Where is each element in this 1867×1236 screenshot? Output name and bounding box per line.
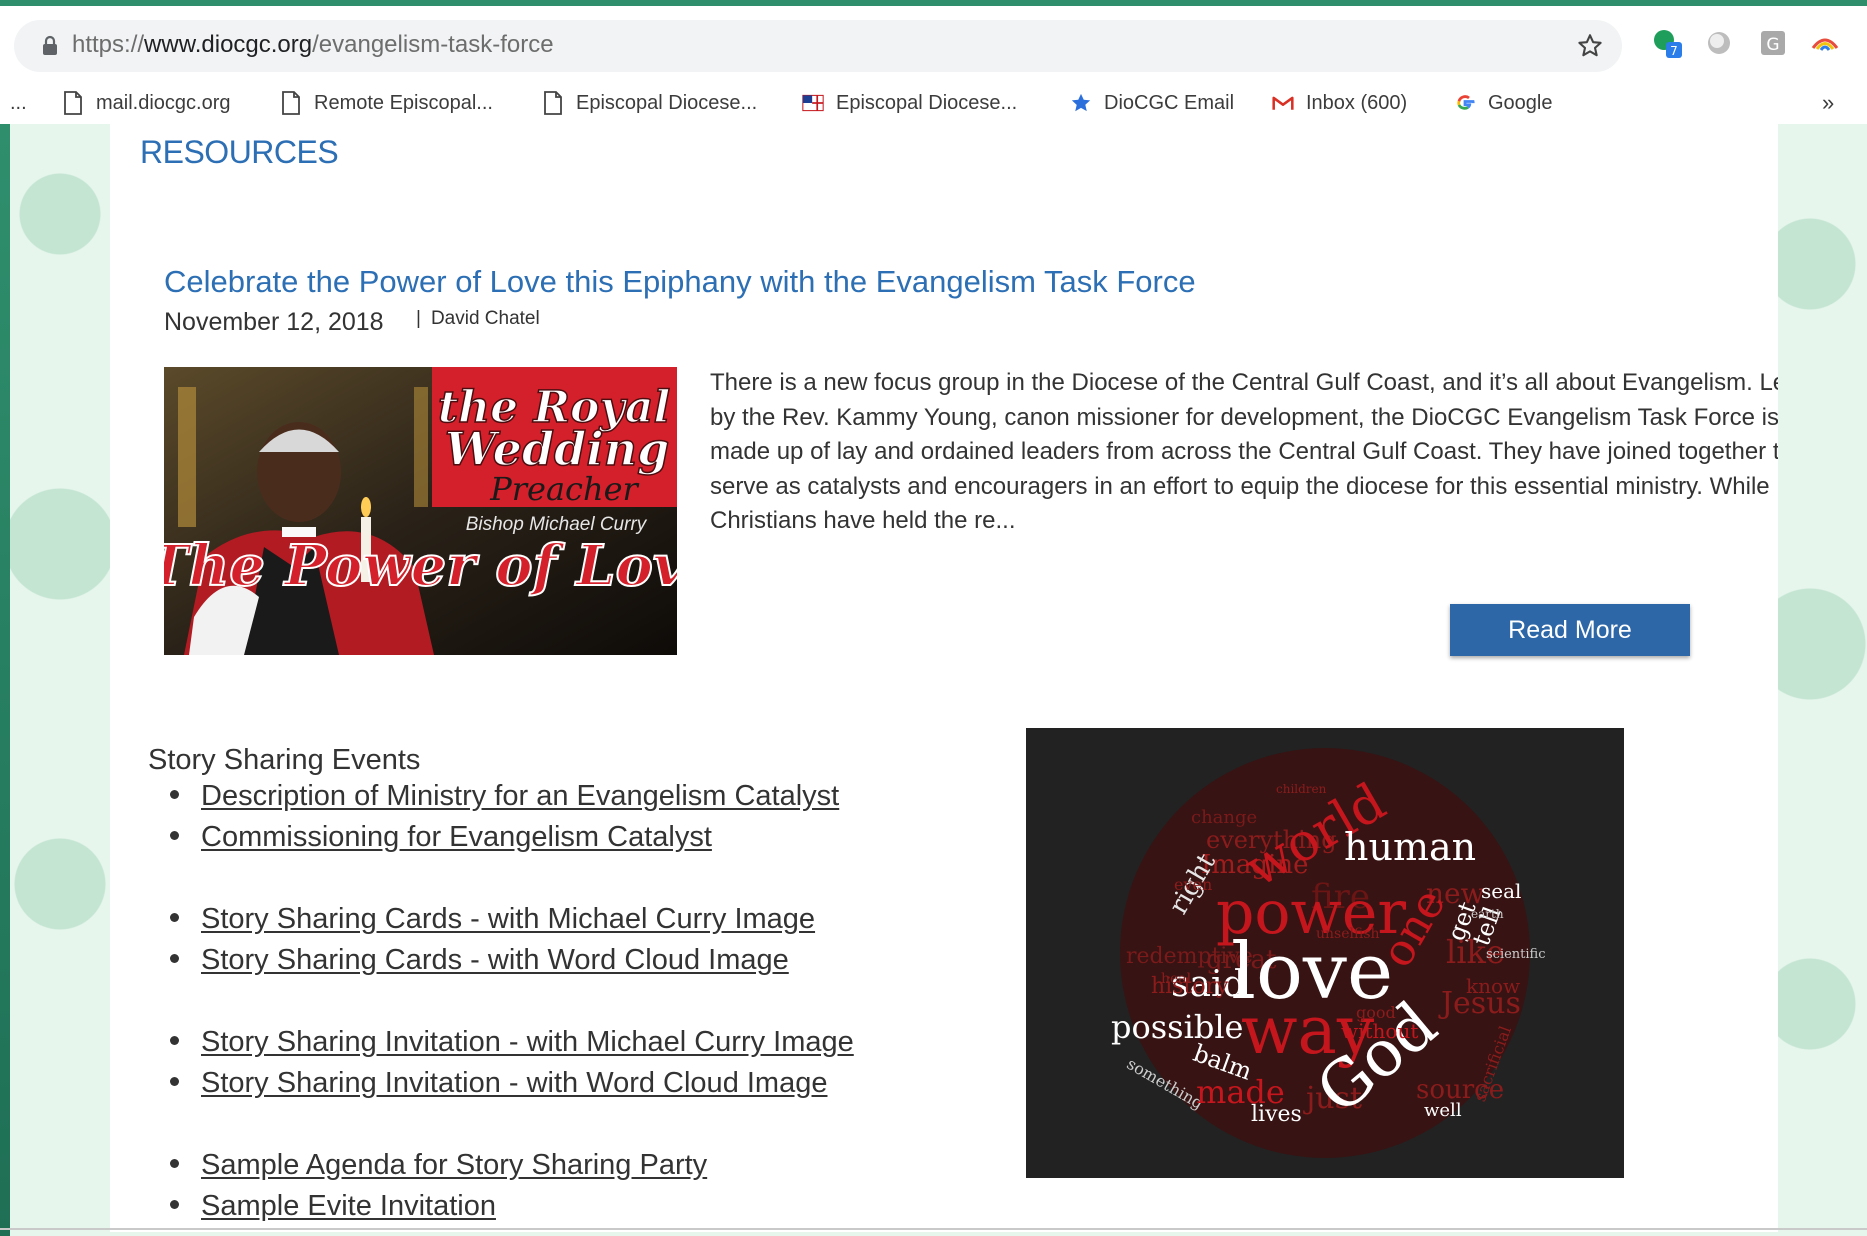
- bookmark-google[interactable]: Google: [1454, 88, 1553, 118]
- page-title: RESOURCES: [140, 134, 339, 170]
- bookmark-mail-diocgc[interactable]: mail.diocgc.org: [62, 88, 231, 118]
- bullet: [170, 1199, 179, 1209]
- author-separator: |: [416, 308, 421, 329]
- flag-icon: [802, 94, 824, 112]
- url-text[interactable]: https://www.diocgc.org/evangelism-task-f…: [72, 30, 554, 60]
- address-bar[interactable]: https://www.diocgc.org/evangelism-task-f…: [14, 20, 1622, 72]
- bullet: [170, 1158, 179, 1168]
- google-icon: [1457, 95, 1475, 110]
- cloud-word: children: [1276, 782, 1327, 796]
- chat-bubble-icon: 7: [1654, 30, 1682, 58]
- word-cloud-graphic: everything change Imagine world human ne…: [1111, 748, 1546, 1158]
- gmail-icon: [1272, 96, 1294, 110]
- link-cards-curry[interactable]: Story Sharing Cards - with Michael Curry…: [201, 903, 815, 935]
- list-item: Story Sharing Invitation - with Michael …: [170, 1026, 854, 1059]
- bookmark-label: DioCGC Email: [1104, 91, 1235, 114]
- cloud-word: lives: [1251, 1102, 1302, 1127]
- image-text-bishop: Bishop Michael Curry: [466, 514, 648, 535]
- bookmark-star-icon[interactable]: [1576, 32, 1604, 60]
- bullet: [170, 953, 179, 963]
- bookmark-remote-episcopal[interactable]: Remote Episcopal...: [280, 88, 493, 118]
- post-excerpt: There is a new focus group in the Dioces…: [710, 369, 1778, 534]
- bookmark-label: Google: [1488, 91, 1553, 114]
- page-icon: [544, 91, 562, 115]
- bullet: [170, 1076, 179, 1086]
- bullet: [170, 830, 179, 840]
- bookmark-episcopal-diocese-2[interactable]: Episcopal Diocese...: [802, 88, 1017, 118]
- cloud-word: good: [1356, 1003, 1396, 1022]
- bookmark-label: Remote Episcopal...: [314, 91, 493, 114]
- read-more-button[interactable]: Read More: [1450, 604, 1690, 656]
- bookmarks-more-button[interactable]: »: [1822, 88, 1834, 118]
- list-item: Commissioning for Evangelism Catalyst: [170, 821, 712, 854]
- extension-letter: G: [1766, 35, 1779, 55]
- post-date: November 12, 2018: [164, 308, 384, 336]
- extension-badge: 7: [1670, 44, 1678, 58]
- cloud-word: possible: [1111, 1008, 1243, 1046]
- author-name: David Chatel: [430, 308, 540, 329]
- bookmark-diocgc-email[interactable]: DioCGC Email: [1070, 88, 1234, 118]
- cloud-word: unselfish: [1316, 926, 1380, 942]
- cloud-word: even: [1174, 875, 1212, 894]
- bookmark-gmail-inbox[interactable]: Inbox (600): [1272, 88, 1407, 118]
- url-scheme: https://: [72, 31, 145, 58]
- royal-wedding-preacher-image: the Royal Wedding Preacher Bishop Michae…: [164, 367, 677, 655]
- cloud-word: scientific: [1486, 947, 1546, 962]
- page-icon: [64, 91, 82, 115]
- link-description-of-ministry[interactable]: Description of Ministry for an Evangelis…: [201, 780, 839, 812]
- cloud-word: well: [1424, 1100, 1462, 1121]
- image-text-preacher: Preacher: [489, 470, 639, 508]
- bullet: [170, 789, 179, 799]
- link-commissioning[interactable]: Commissioning for Evangelism Catalyst: [201, 821, 712, 853]
- cloud-word: seal: [1481, 879, 1521, 903]
- list-item: Story Sharing Invitation - with Word Clo…: [170, 1067, 827, 1100]
- list-item: Description of Ministry for an Evangelis…: [170, 780, 839, 813]
- lock-icon: [43, 35, 57, 55]
- list-item: Story Sharing Cards - with Michael Curry…: [170, 903, 815, 936]
- post-thumbnail[interactable]: the Royal Wedding Preacher Bishop Michae…: [164, 367, 677, 655]
- extension-chat-icon[interactable]: 7: [1652, 28, 1682, 58]
- bookmark-label: mail.diocgc.org: [96, 91, 231, 114]
- list-item: Story Sharing Cards - with Word Cloud Im…: [170, 944, 789, 977]
- extension-circle-icon[interactable]: [1704, 28, 1734, 58]
- bookmark-label: Episcopal Diocese...: [836, 91, 1018, 114]
- link-cards-word-cloud[interactable]: Story Sharing Cards - with Word Cloud Im…: [201, 944, 789, 976]
- bullet: [170, 1035, 179, 1045]
- bookmark-episcopal-diocese-1[interactable]: Episcopal Diocese...: [542, 88, 757, 118]
- main-content: RESOURCES Celebrate the Power of Love th…: [110, 124, 1778, 1232]
- cloud-word: human: [1344, 825, 1476, 869]
- link-invitation-curry[interactable]: Story Sharing Invitation - with Michael …: [201, 1026, 854, 1058]
- window-edge: [0, 124, 10, 1236]
- cloud-word: without: [1341, 1019, 1418, 1043]
- word-cloud-image: everything change Imagine world human ne…: [1026, 728, 1624, 1178]
- window-bottom-edge: [0, 1228, 1867, 1230]
- bookmarks-bar: ... mail.diocgc.org Remote Episcopal... …: [0, 80, 1867, 126]
- image-text-power-of-love: The Power of Love: [164, 533, 677, 599]
- post-author: | David Chatel: [416, 308, 540, 330]
- cloud-word: change: [1191, 807, 1257, 828]
- image-text-wedding: Wedding: [445, 422, 670, 476]
- list-item: Sample Agenda for Story Sharing Party: [170, 1149, 707, 1182]
- cloud-word: heal: [1161, 971, 1192, 987]
- cloud-word: Jesus: [1438, 986, 1521, 1021]
- section-title: Story Sharing Events: [148, 744, 421, 776]
- star-icon: [1071, 93, 1091, 112]
- link-sample-evite[interactable]: Sample Evite Invitation: [201, 1190, 496, 1222]
- cloud-word: earth: [1471, 907, 1504, 921]
- post-title-link[interactable]: Celebrate the Power of Love this Epiphan…: [164, 264, 1196, 300]
- list-item: Sample Evite Invitation: [170, 1190, 496, 1223]
- bookmark-overflow-left[interactable]: ...: [10, 88, 27, 118]
- url-domain: www.diocgc.org: [144, 31, 313, 58]
- extension-rainbow-icon[interactable]: [1810, 28, 1840, 58]
- link-invitation-word-cloud[interactable]: Story Sharing Invitation - with Word Clo…: [201, 1067, 827, 1099]
- bullet: [170, 912, 179, 922]
- page-icon: [282, 91, 300, 115]
- url-path: /evangelism-task-force: [312, 31, 554, 58]
- bookmark-label: Episcopal Diocese...: [576, 91, 758, 114]
- link-sample-agenda[interactable]: Sample Agenda for Story Sharing Party: [201, 1149, 707, 1181]
- extension-g-icon[interactable]: G: [1758, 28, 1788, 58]
- bookmark-label: Inbox (600): [1306, 91, 1408, 114]
- browser-chrome: https://www.diocgc.org/evangelism-task-f…: [0, 0, 1867, 124]
